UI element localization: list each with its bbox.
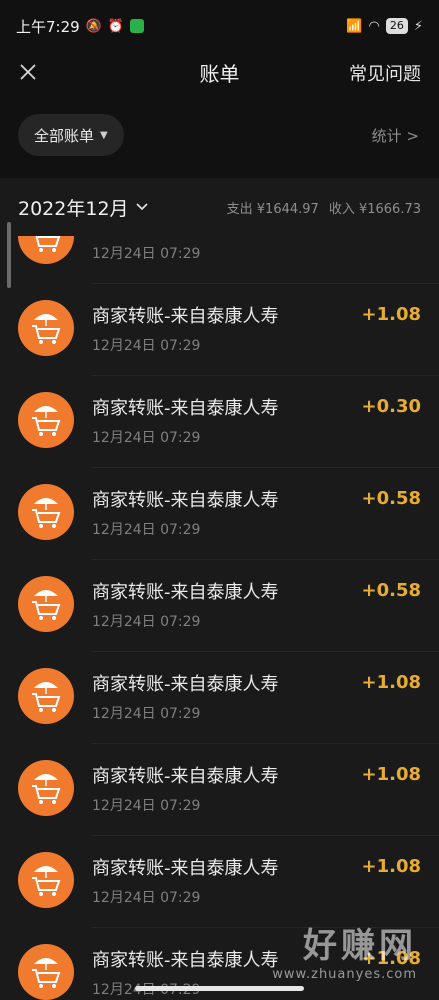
transaction-title: 商家转账-来自泰康人寿 (92, 306, 279, 327)
list-item[interactable]: 商家转账-来自泰康人寿 12月24日 07:29 +1.08 (0, 652, 439, 744)
list-item[interactable]: 12月24日 07:29 (0, 236, 439, 284)
transaction-title: 商家转账-来自泰康人寿 (92, 950, 279, 971)
list-item[interactable]: 商家转账-来自泰康人寿 12月24日 07:29 +1.08 (0, 836, 439, 928)
month-summary: 支出 ¥1644.97 收入 ¥1666.73 (227, 198, 421, 217)
list-item[interactable]: 商家转账-来自泰康人寿 12月24日 07:29 +1.08 (0, 744, 439, 836)
month-selector[interactable]: 2022年12月 (18, 194, 149, 221)
month-label: 2022年12月 (18, 198, 129, 220)
list-item[interactable]: 商家转账-来自泰康人寿 12月24日 07:29 +1.08 (0, 284, 439, 376)
home-indicator[interactable] (135, 986, 304, 991)
signal-icon: 📶 (346, 18, 363, 34)
mute-icon: 🔕 (85, 18, 102, 34)
merchant-avatar-icon (18, 852, 74, 908)
list-item[interactable]: 商家转账-来自泰康人寿 12月24日 07:29 +0.58 (0, 468, 439, 560)
close-icon-glyph (20, 64, 36, 80)
month-bar: 2022年12月 支出 ¥1644.97 收入 ¥1666.73 (0, 178, 439, 236)
transaction-date: 12月24日 07:29 (92, 706, 201, 722)
merchant-avatar-icon (18, 300, 74, 356)
transaction-date: 12月24日 07:29 (92, 614, 201, 630)
battery-indicator: 26 (385, 18, 408, 34)
transaction-amount: +1.08 (361, 672, 422, 693)
nav-header: 账单 常见问题 (0, 52, 439, 92)
charging-icon: ⚡ (413, 18, 423, 34)
wifi-icon: ◠ (368, 18, 380, 34)
stats-link[interactable]: 统计 > (372, 125, 419, 146)
transaction-amount: +1.08 (361, 948, 422, 969)
transaction-title: 商家转账-来自泰康人寿 (92, 582, 279, 603)
page-title: 账单 (199, 61, 240, 86)
status-left: 上午7:29 🔕 ⏰ (16, 16, 145, 37)
transaction-title: 商家转账-来自泰康人寿 (92, 674, 279, 695)
merchant-avatar-icon (18, 484, 74, 540)
transaction-amount: +1.08 (361, 856, 422, 877)
transaction-title: 商家转账-来自泰康人寿 (92, 490, 279, 511)
all-bills-label: 全部账单 (34, 126, 95, 145)
faq-link[interactable]: 常见问题 (349, 60, 421, 86)
transaction-list[interactable]: 12月24日 07:29 商家转账-来自泰康人寿 12月24日 07:29 +1… (0, 236, 439, 1000)
merchant-avatar-icon (18, 392, 74, 448)
transaction-amount: +1.08 (361, 764, 422, 785)
transaction-date: 12月24日 07:29 (92, 338, 201, 354)
transaction-amount: +0.58 (361, 488, 422, 509)
all-bills-dropdown[interactable]: 全部账单 ▼ (18, 114, 124, 156)
transaction-date: 12月24日 07:29 (92, 522, 201, 538)
merchant-avatar-icon (18, 760, 74, 816)
transaction-title: 商家转账-来自泰康人寿 (92, 766, 279, 787)
filter-bar: 全部账单 ▼ 统计 > (0, 112, 439, 158)
transaction-amount: +1.08 (361, 304, 422, 325)
merchant-avatar-icon (18, 944, 74, 1000)
transaction-date: 12月24日 07:29 (92, 890, 201, 906)
clock: 上午7:29 (16, 17, 80, 36)
list-item[interactable]: 商家转账-来自泰康人寿 12月24日 07:29 +0.58 (0, 560, 439, 652)
transaction-date: 12月24日 07:29 (92, 246, 201, 262)
income-total: 收入 ¥1666.73 (328, 202, 421, 217)
wechat-notification-icon (130, 19, 145, 33)
merchant-avatar-icon (18, 668, 74, 724)
status-right: 📶 ◠ 26 ⚡ (346, 18, 423, 34)
transaction-title: 商家转账-来自泰康人寿 (92, 398, 279, 419)
list-item[interactable]: 商家转账-来自泰康人寿 12月24日 07:29 +0.30 (0, 376, 439, 468)
transaction-title: 商家转账-来自泰康人寿 (92, 858, 279, 879)
transaction-amount: +0.58 (361, 580, 422, 601)
caret-down-icon: ▼ (100, 129, 108, 141)
merchant-avatar-icon (18, 576, 74, 632)
transaction-amount: +0.30 (361, 396, 422, 417)
alarm-icon: ⏰ (107, 18, 125, 34)
merchant-avatar-icon (18, 236, 74, 264)
close-icon[interactable] (14, 58, 42, 86)
chevron-down-icon (135, 200, 149, 216)
status-bar: 上午7:29 🔕 ⏰ 📶 ◠ 26 ⚡ (0, 0, 439, 52)
scrollbar[interactable] (7, 222, 11, 288)
transaction-date: 12月24日 07:29 (92, 798, 201, 814)
expense-total: 支出 ¥1644.97 (226, 202, 319, 217)
transaction-date: 12月24日 07:29 (92, 430, 201, 446)
